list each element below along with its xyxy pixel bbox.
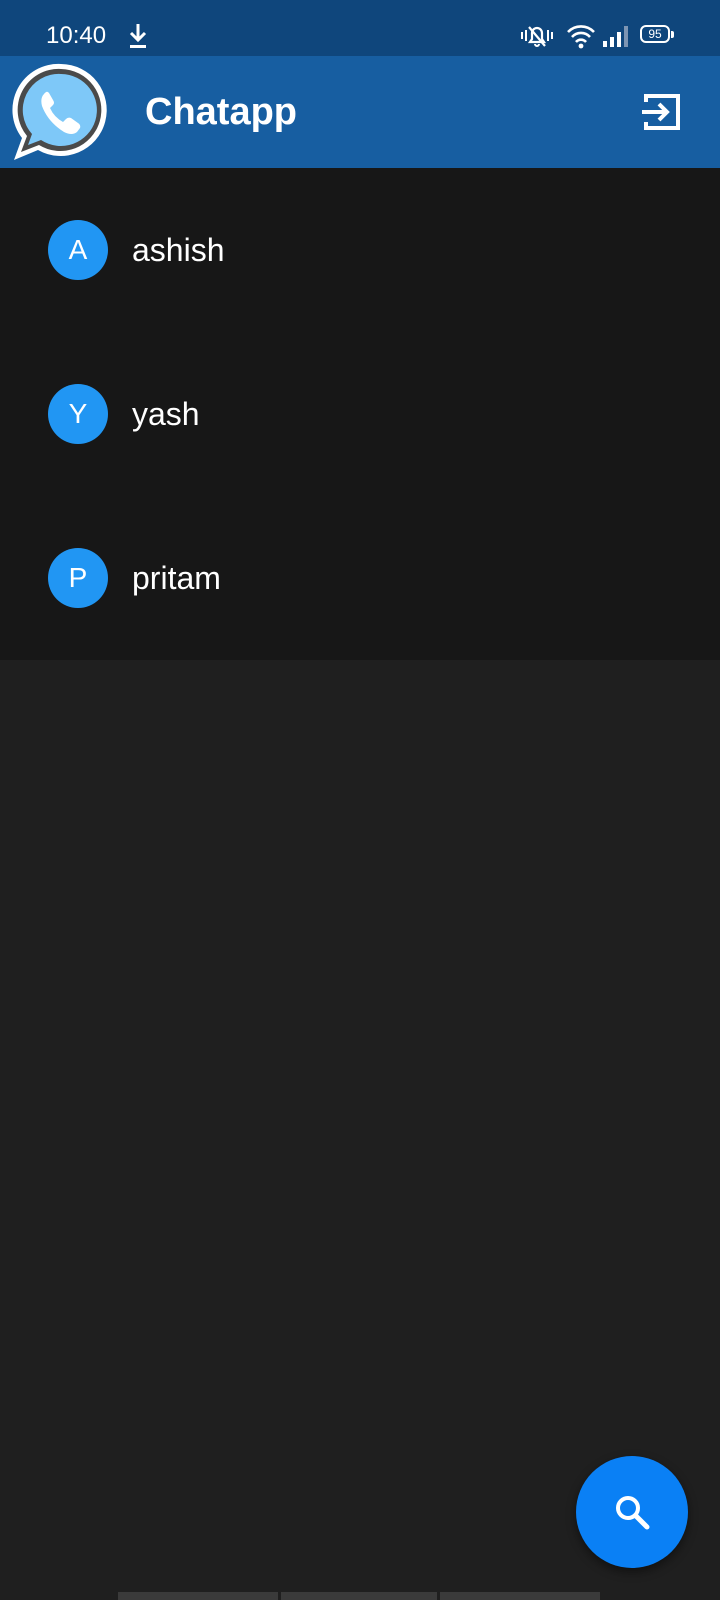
contact-item-pritam[interactable]: P pritam (0, 496, 720, 660)
contact-item-ashish[interactable]: A ashish (0, 168, 720, 332)
contact-list: A ashish Y yash P pritam (0, 168, 720, 660)
nav-hint-segment (281, 1592, 437, 1600)
nav-hint-segment (118, 1592, 278, 1600)
signal-icon (603, 26, 628, 47)
battery-level: 95 (648, 27, 662, 41)
contact-name: ashish (132, 232, 225, 268)
status-bar: 10:40 95 (0, 0, 720, 56)
avatar: P (48, 548, 108, 608)
wifi-icon (567, 25, 595, 49)
contact-name: yash (132, 396, 200, 432)
app-title: Chatapp (145, 91, 297, 133)
avatar: Y (48, 384, 108, 444)
avatar: A (48, 220, 108, 280)
status-time: 10:40 (46, 22, 107, 49)
phone-chat-logo-icon (12, 63, 107, 160)
search-fab-button[interactable] (576, 1456, 688, 1568)
mute-bell-icon (521, 26, 553, 47)
contact-item-yash[interactable]: Y yash (0, 332, 720, 496)
nav-hint-segment (440, 1592, 600, 1600)
logout-icon[interactable] (638, 88, 686, 136)
battery-icon: 95 (640, 25, 674, 43)
download-icon (129, 24, 147, 48)
search-icon (616, 1496, 650, 1530)
contact-name: pritam (132, 560, 221, 596)
